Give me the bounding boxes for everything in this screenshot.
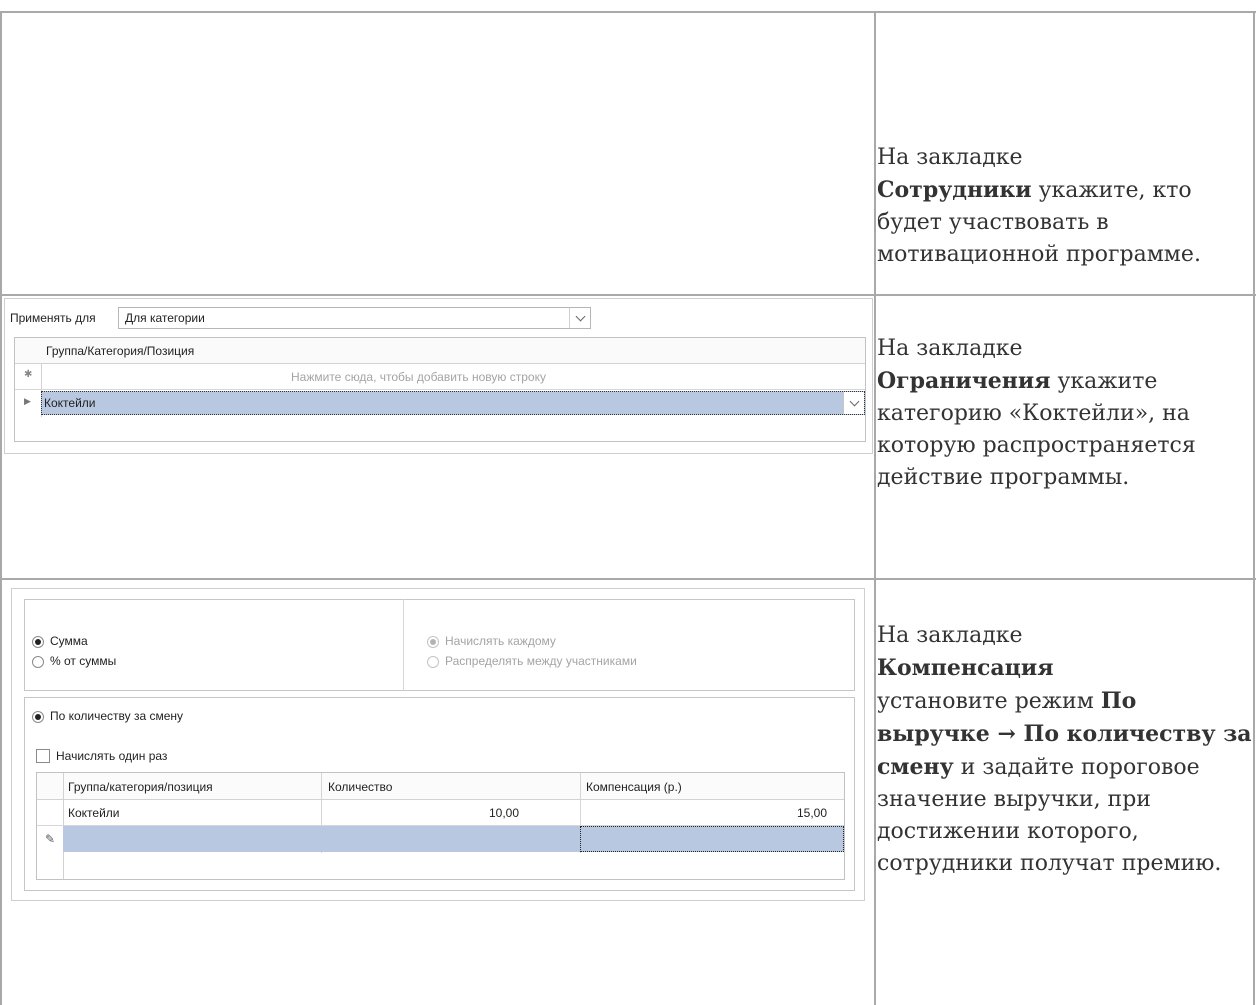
description-restrictions: На закладке Ограничения укажите категори…	[877, 333, 1255, 494]
edit-pencil-icon: ✎	[45, 832, 56, 846]
table-cell-item[interactable]: Коктейли	[68, 806, 120, 820]
table-gutter	[37, 773, 64, 879]
calc-mode-panel	[24, 599, 855, 691]
col-header-item: Группа/категория/позиция	[68, 780, 213, 794]
chevron-down-icon[interactable]	[843, 392, 864, 414]
desc-text: На закладке	[877, 623, 1023, 648]
col-header-quantity: Количество	[328, 780, 393, 794]
desc-text: На закладке	[877, 336, 1023, 361]
grid-header: Группа/Категория/Позиция	[15, 338, 865, 364]
once-checkbox-label: Начислять один раз	[56, 749, 168, 763]
restrictions-grid: Группа/Категория/Позиция ✱ Нажмите сюда,…	[14, 337, 866, 442]
distribute-radio	[427, 656, 439, 668]
grid-header-label: Группа/Категория/Позиция	[46, 344, 195, 358]
chevron-down-icon[interactable]	[569, 308, 590, 328]
apply-for-label: Применять для	[10, 311, 96, 325]
percent-radio-label: % от суммы	[50, 654, 117, 668]
desc-text: На закладке	[877, 145, 1023, 170]
new-row-icon: ✱	[24, 369, 33, 380]
each-radio	[427, 636, 439, 648]
table-border-row1	[0, 294, 1256, 296]
table-cell-compensation[interactable]: 15,00	[797, 806, 827, 820]
tab-name-employees: Сотрудники	[877, 177, 1032, 203]
selected-row[interactable]: Коктейли	[41, 391, 865, 415]
table-border-left	[0, 11, 2, 1005]
grid-divider	[15, 389, 865, 390]
focused-cell[interactable]	[580, 826, 844, 852]
percent-radio[interactable]	[32, 656, 44, 668]
distribute-radio-label: Распределять между участниками	[445, 654, 637, 668]
apply-for-value: Для категории	[125, 311, 205, 325]
table-border-top	[0, 11, 1256, 13]
each-radio-label: Начислять каждому	[445, 634, 556, 648]
col-header-compensation: Компенсация (р.)	[586, 780, 682, 794]
row-value: Коктейли	[44, 396, 96, 410]
tab-name-restrictions: Ограничения	[877, 368, 1051, 394]
apply-for-select[interactable]: Для категории	[118, 307, 591, 329]
description-employees: На закладке Сотрудники укажите, кто буде…	[877, 142, 1255, 271]
sum-radio-label: Сумма	[50, 634, 88, 648]
tab-name-compensation: Компенсация	[877, 655, 1054, 681]
panel-divider	[403, 599, 404, 691]
per-shift-radio-label: По количеству за смену	[50, 709, 184, 723]
row-pointer-icon: ▶	[24, 396, 31, 406]
table-cell-quantity[interactable]: 10,00	[489, 806, 519, 820]
once-checkbox[interactable]	[36, 749, 50, 763]
per-shift-radio[interactable]	[32, 711, 44, 723]
description-compensation: На закладке Компенсация установите режим…	[877, 620, 1255, 880]
desc-text: установите режим	[877, 689, 1094, 714]
table-border-middle	[874, 11, 876, 1005]
new-row-hint[interactable]: Нажмите сюда, чтобы добавить новую строк…	[291, 370, 546, 384]
table-border-row2	[0, 578, 1256, 580]
compensation-table: Группа/категория/позиция Количество Комп…	[36, 772, 845, 880]
sum-radio[interactable]	[32, 636, 44, 648]
